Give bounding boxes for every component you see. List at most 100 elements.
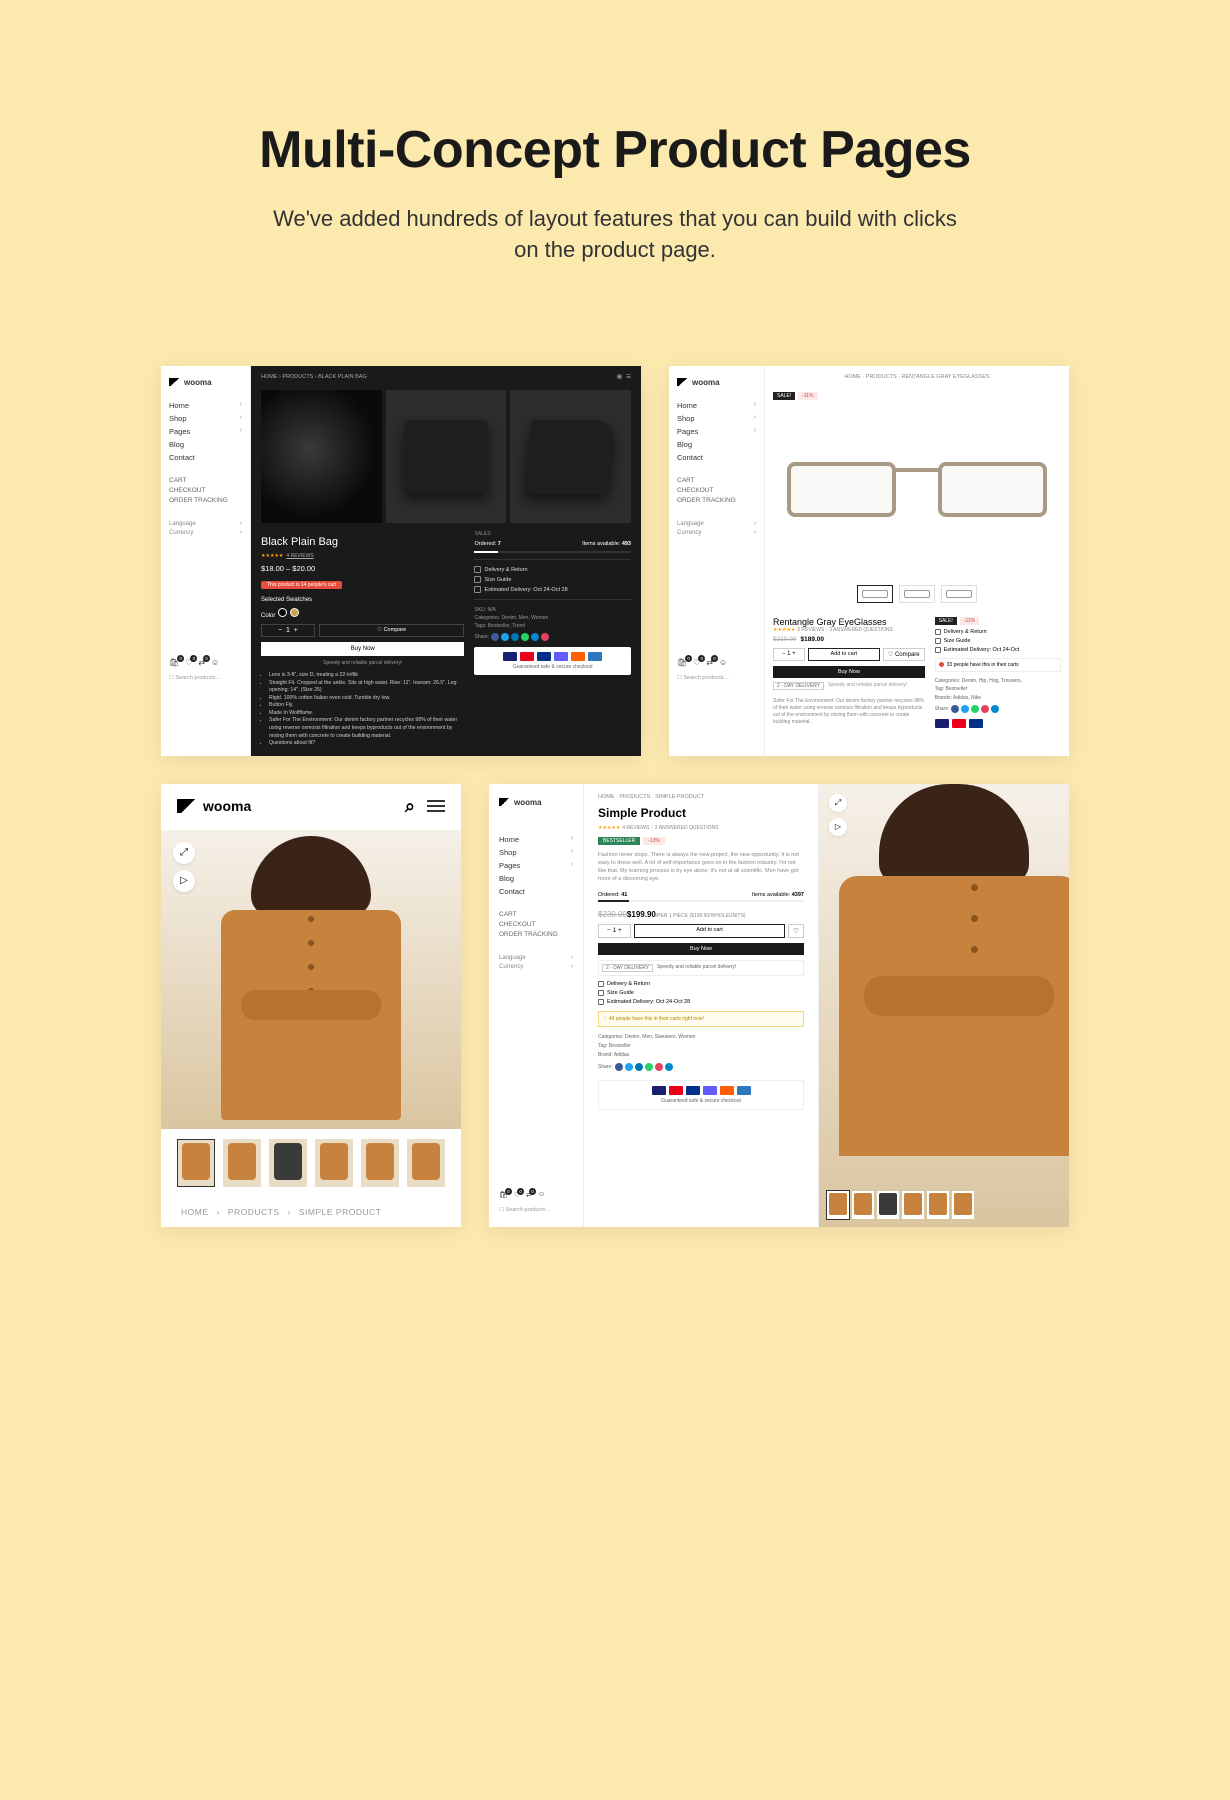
- compare-button[interactable]: ♡ Compare: [319, 624, 465, 637]
- lang-select[interactable]: Language›: [677, 520, 756, 529]
- nav-cart[interactable]: CART: [169, 476, 242, 486]
- nav-home[interactable]: Home›: [499, 833, 573, 846]
- grid-icon[interactable]: ▦: [617, 374, 622, 380]
- facebook-icon[interactable]: [615, 1063, 623, 1071]
- nav-checkout[interactable]: CHECKOUT: [169, 486, 242, 496]
- account-icon[interactable]: ☺: [211, 658, 219, 667]
- buy-now-button[interactable]: Buy Now: [261, 642, 464, 656]
- compare-icon[interactable]: ⇄0: [526, 1191, 532, 1199]
- thumbnail[interactable]: [223, 1139, 261, 1187]
- nav-tracking[interactable]: ORDER TRACKING: [169, 496, 242, 506]
- twitter-icon[interactable]: [961, 705, 969, 713]
- product-hero-image[interactable]: ⤢ ▷: [161, 830, 461, 1129]
- nav-contact[interactable]: Contact: [499, 885, 573, 898]
- thumbnail[interactable]: [361, 1139, 399, 1187]
- list-icon[interactable]: ☰: [626, 374, 631, 380]
- search-input[interactable]: ☐ Search products…: [499, 1207, 573, 1213]
- color-swatch[interactable]: [278, 608, 287, 617]
- nav-shop[interactable]: Shop›: [169, 412, 242, 425]
- lang-select[interactable]: Language›: [169, 520, 242, 529]
- nav-checkout[interactable]: CHECKOUT: [677, 486, 756, 496]
- thumbnail[interactable]: [269, 1139, 307, 1187]
- add-to-cart-button[interactable]: Add to cart: [808, 648, 880, 661]
- thumbnail[interactable]: [827, 1191, 849, 1219]
- reviews-link[interactable]: 4 REVIEWS: [286, 553, 313, 559]
- quantity-stepper[interactable]: − 1 +: [773, 648, 805, 661]
- telegram-icon[interactable]: [531, 633, 539, 641]
- thumbnail[interactable]: [941, 585, 977, 603]
- nav-checkout[interactable]: CHECKOUT: [499, 920, 573, 930]
- size-guide-link[interactable]: Size Guide: [598, 990, 804, 996]
- logo[interactable]: wooma: [499, 798, 573, 807]
- wishlist-icon[interactable]: ♡0: [693, 658, 700, 667]
- wishlist-icon[interactable]: ♡0: [514, 1191, 520, 1199]
- nav-home[interactable]: Home›: [169, 399, 242, 412]
- thumbnail[interactable]: [899, 585, 935, 603]
- search-icon[interactable]: ⌕: [405, 796, 415, 817]
- whatsapp-icon[interactable]: [521, 633, 529, 641]
- product-image[interactable]: [510, 390, 631, 524]
- cart-icon[interactable]: 🛍0: [677, 658, 687, 667]
- twitter-icon[interactable]: [501, 633, 509, 641]
- breadcrumb[interactable]: HOME · PRODUCTS · RENTANGLE GRAY EYEGLAS…: [773, 374, 1061, 380]
- delivery-return-link[interactable]: Delivery & Return: [935, 629, 1061, 635]
- compare-button[interactable]: ♡ Compare: [883, 648, 925, 661]
- thumbnail[interactable]: [877, 1191, 899, 1219]
- nav-contact[interactable]: Contact: [169, 451, 242, 464]
- nav-blog[interactable]: Blog: [677, 438, 756, 451]
- color-swatch[interactable]: [290, 608, 299, 617]
- nav-tracking[interactable]: ORDER TRACKING: [499, 930, 573, 940]
- account-icon[interactable]: ☺: [719, 658, 727, 667]
- logo[interactable]: wooma: [169, 378, 242, 387]
- nav-cart[interactable]: CART: [499, 910, 573, 920]
- logo[interactable]: wooma: [677, 378, 756, 387]
- thumbnail[interactable]: [315, 1139, 353, 1187]
- buy-now-button[interactable]: Buy Now: [598, 943, 804, 955]
- buy-now-button[interactable]: Buy Now: [773, 666, 925, 678]
- size-guide-link[interactable]: Size Guide: [474, 576, 631, 583]
- play-icon[interactable]: ▷: [173, 870, 195, 892]
- pinterest-icon[interactable]: [541, 633, 549, 641]
- lang-select[interactable]: Language›: [499, 954, 573, 963]
- add-to-cart-button[interactable]: Add to cart: [634, 924, 785, 938]
- nav-cart[interactable]: CART: [677, 476, 756, 486]
- currency-select[interactable]: Currency›: [677, 529, 756, 538]
- size-guide-link[interactable]: Size Guide: [935, 638, 1061, 644]
- whatsapp-icon[interactable]: [971, 705, 979, 713]
- menu-icon[interactable]: [427, 800, 445, 812]
- product-hero-image[interactable]: ⤢ ▷: [819, 784, 1069, 1227]
- nav-blog[interactable]: Blog: [499, 872, 573, 885]
- thumbnail[interactable]: [927, 1191, 949, 1219]
- nav-pages[interactable]: Pages›: [677, 425, 756, 438]
- thumbnail[interactable]: [902, 1191, 924, 1219]
- breadcrumb[interactable]: HOME · PRODUCTS · SIMPLE PRODUCT: [598, 794, 804, 800]
- product-image[interactable]: [386, 390, 507, 524]
- pinterest-icon[interactable]: [981, 705, 989, 713]
- pinterest-icon[interactable]: [655, 1063, 663, 1071]
- expand-icon[interactable]: ⤢: [173, 842, 195, 864]
- facebook-icon[interactable]: [491, 633, 499, 641]
- cart-icon[interactable]: 🛍0: [169, 658, 179, 667]
- nav-pages[interactable]: Pages›: [169, 425, 242, 438]
- whatsapp-icon[interactable]: [645, 1063, 653, 1071]
- breadcrumb[interactable]: HOME › PRODUCTS › BLACK PLAIN BAG: [261, 374, 367, 380]
- delivery-return-link[interactable]: Delivery & Return: [598, 981, 804, 987]
- wishlist-icon[interactable]: ♡0: [185, 658, 192, 667]
- quantity-stepper[interactable]: − 1 +: [598, 924, 631, 938]
- product-image[interactable]: [261, 390, 382, 524]
- compare-icon[interactable]: ⇄0: [198, 658, 205, 667]
- twitter-icon[interactable]: [625, 1063, 633, 1071]
- nav-shop[interactable]: Shop›: [677, 412, 756, 425]
- currency-select[interactable]: Currency›: [499, 963, 573, 972]
- linkedin-icon[interactable]: [511, 633, 519, 641]
- thumbnail[interactable]: [177, 1139, 215, 1187]
- breadcrumb[interactable]: HOME›PRODUCTS›SIMPLE PRODUCT: [161, 1197, 461, 1227]
- logo[interactable]: wooma: [177, 798, 251, 814]
- nav-tracking[interactable]: ORDER TRACKING: [677, 496, 756, 506]
- delivery-return-link[interactable]: Delivery & Return: [474, 566, 631, 573]
- nav-pages[interactable]: Pages›: [499, 859, 573, 872]
- nav-blog[interactable]: Blog: [169, 438, 242, 451]
- facebook-icon[interactable]: [951, 705, 959, 713]
- telegram-icon[interactable]: [665, 1063, 673, 1071]
- account-icon[interactable]: ☺: [538, 1191, 545, 1199]
